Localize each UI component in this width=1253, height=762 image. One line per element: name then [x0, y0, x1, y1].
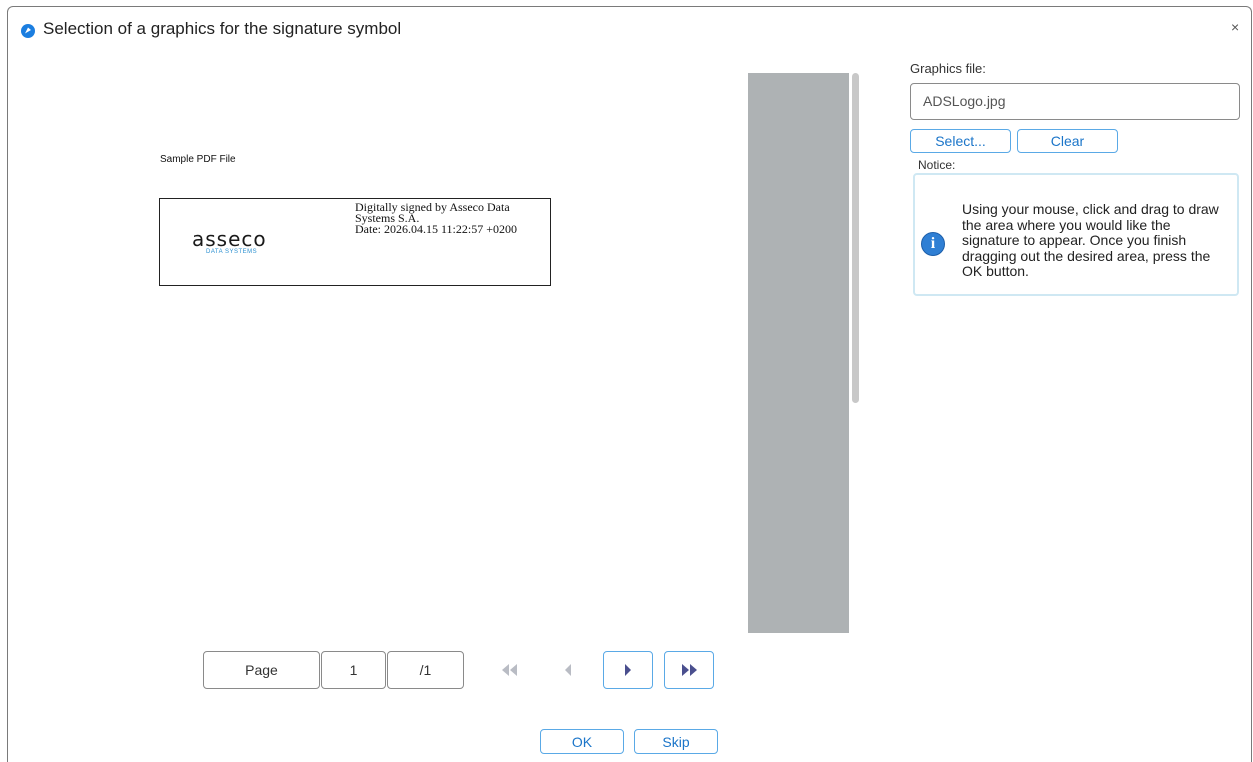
graphics-file-label: Graphics file: [910, 61, 986, 76]
select-button[interactable]: Select... [910, 129, 1011, 153]
previous-page-icon [565, 664, 571, 676]
total-pages-box: /1 [387, 651, 464, 689]
skip-button[interactable]: Skip [634, 729, 718, 754]
current-page-input[interactable]: 1 [321, 651, 386, 689]
signature-text: Digitally signed by Asseco Data Systems … [355, 201, 550, 236]
vertical-scrollbar[interactable] [852, 73, 859, 403]
page-label: Page [245, 662, 278, 678]
first-page-button[interactable] [485, 651, 535, 689]
notice-label: Notice: [918, 158, 956, 172]
logo-wordmark: asseco [192, 227, 267, 251]
info-icon: i [921, 232, 945, 256]
clear-button[interactable]: Clear [1017, 129, 1118, 153]
next-page-icon [625, 664, 631, 676]
first-page-icon [502, 664, 517, 676]
last-page-button[interactable] [664, 651, 714, 689]
asseco-logo: asseco DATA SYSTEMS [192, 227, 304, 255]
notice-box: i Using your mouse, click and drag to dr… [913, 173, 1239, 296]
page-label-box: Page [203, 651, 320, 689]
app-logo-icon [21, 24, 35, 38]
signature-line-3: Date: 2026.04.15 11:22:57 +0200 [355, 222, 517, 236]
notice-text: Using your mouse, click and drag to draw… [962, 201, 1219, 279]
current-page-value: 1 [349, 662, 358, 678]
dialog-title: Selection of a graphics for the signatur… [43, 19, 402, 38]
signature-preview[interactable]: asseco DATA SYSTEMS Digitally signed by … [159, 198, 551, 286]
ok-button[interactable]: OK [540, 729, 624, 754]
close-icon[interactable]: × [1231, 19, 1239, 35]
page-margin-area [748, 73, 849, 633]
next-page-button[interactable] [603, 651, 653, 689]
pdf-page[interactable]: Sample PDF File asseco DATA SYSTEMS Digi… [80, 73, 748, 633]
graphics-file-field[interactable]: ADSLogo.jpg [910, 83, 1240, 120]
total-pages-value: /1 [419, 662, 432, 678]
previous-page-button[interactable] [543, 651, 593, 689]
pdf-viewer[interactable]: Sample PDF File asseco DATA SYSTEMS Digi… [80, 73, 849, 633]
last-page-icon [682, 664, 697, 676]
logo-subtitle: DATA SYSTEMS [206, 249, 258, 255]
pdf-heading: Sample PDF File [160, 154, 236, 165]
